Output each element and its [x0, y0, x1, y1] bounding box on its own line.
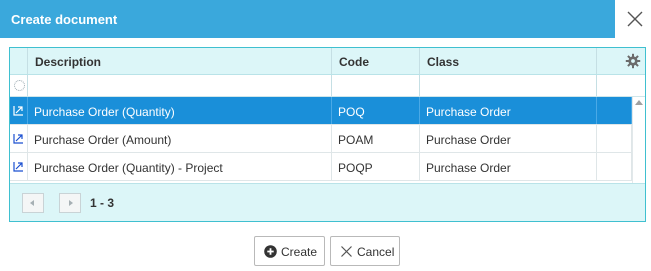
filter-description-input[interactable] [28, 75, 332, 96]
filter-class-input[interactable] [420, 75, 597, 96]
next-page-button[interactable] [59, 193, 81, 213]
prev-page-icon [30, 200, 34, 206]
cancel-button-label: Cancel [357, 245, 395, 259]
dialog-titlebar: Create document [0, 0, 615, 38]
row-icon-cell [10, 125, 28, 152]
document-type-grid: Description Code Class Purchase Order (Q… [9, 47, 646, 222]
column-header-class[interactable]: Class [420, 48, 597, 74]
row-icon-cell [10, 97, 28, 124]
column-header-code[interactable]: Code [332, 48, 420, 74]
table-row[interactable]: Purchase Order (Amount) POAM Purchase Or… [10, 125, 632, 153]
create-button[interactable]: Create [254, 236, 325, 266]
grid-pager: 1 - 3 [10, 183, 645, 221]
row-code: POAM [332, 125, 420, 152]
row-class: Purchase Order [420, 125, 597, 152]
grid-body: Purchase Order (Quantity) POQ Purchase O… [10, 97, 632, 183]
document-link-icon[interactable] [13, 133, 24, 144]
row-extra-cell [597, 97, 632, 124]
filter-extra-cell [597, 75, 632, 96]
column-header-description[interactable]: Description [28, 48, 332, 74]
gear-icon[interactable] [625, 53, 641, 69]
cancel-button[interactable]: Cancel [330, 236, 400, 266]
dialog-title: Create document [11, 12, 118, 27]
scroll-up-icon[interactable] [635, 100, 643, 105]
plus-circle-icon [264, 245, 277, 258]
create-document-dialog: Create document Description Code Class P… [0, 0, 651, 271]
filter-code-input[interactable] [332, 75, 420, 96]
x-icon [341, 246, 352, 257]
row-icon-cell [10, 153, 28, 180]
row-class: Purchase Order [420, 153, 597, 180]
row-description: Purchase Order (Quantity) - Project [28, 153, 332, 180]
document-link-icon[interactable] [13, 161, 24, 172]
row-extra-cell [597, 125, 632, 152]
grid-scrollbar[interactable] [632, 97, 645, 183]
table-row[interactable]: Purchase Order (Quantity) - Project POQP… [10, 153, 632, 181]
close-icon[interactable] [622, 6, 648, 32]
row-description: Purchase Order (Quantity) [28, 97, 332, 124]
page-range: 1 - 3 [90, 196, 115, 210]
next-page-icon [69, 200, 73, 206]
row-extra-cell [597, 153, 632, 180]
row-code: POQP [332, 153, 420, 180]
header-icon-column [10, 48, 28, 74]
row-code: POQ [332, 97, 420, 124]
loading-icon [14, 80, 25, 91]
row-description: Purchase Order (Amount) [28, 125, 332, 152]
grid-filter-row [10, 75, 645, 97]
grid-header-row: Description Code Class [10, 48, 645, 75]
row-class: Purchase Order [420, 97, 597, 124]
create-button-label: Create [281, 245, 318, 259]
document-link-icon[interactable] [13, 105, 24, 116]
prev-page-button[interactable] [22, 193, 44, 213]
filter-icon-cell [10, 75, 28, 96]
table-row[interactable]: Purchase Order (Quantity) POQ Purchase O… [10, 97, 632, 125]
